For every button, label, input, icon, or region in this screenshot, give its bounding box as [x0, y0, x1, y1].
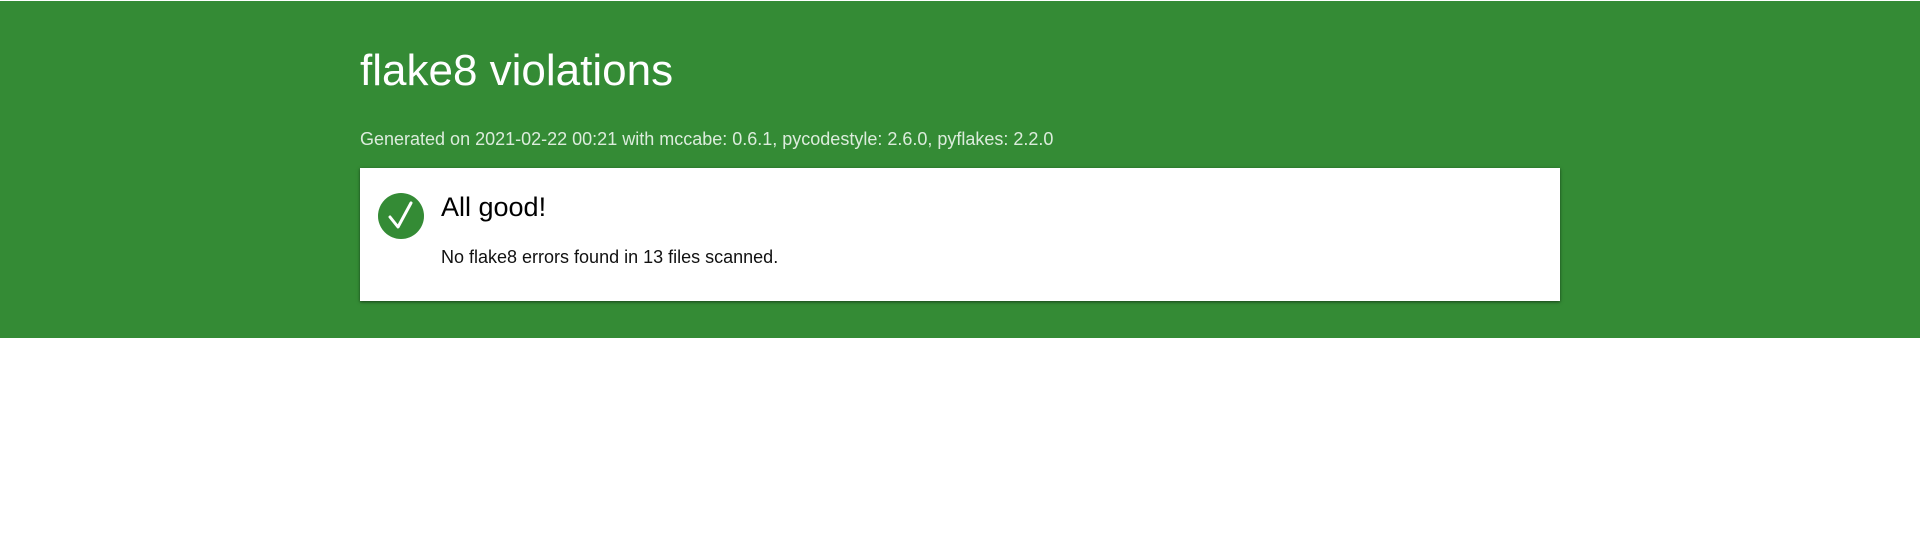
generated-info: Generated on 2021-02-22 00:21 with mccab… [360, 129, 1054, 149]
status-card: All good! No flake8 errors found in 13 f… [360, 168, 1560, 301]
header-banner: flake8 violations Generated on 2021-02-2… [0, 1, 1920, 338]
checkmark-icon [378, 193, 424, 239]
status-message: No flake8 errors found in 13 files scann… [441, 247, 779, 267]
status-title: All good! [441, 192, 547, 222]
checkmark-icon-glyph [388, 201, 413, 229]
page-title: flake8 violations [360, 46, 674, 95]
